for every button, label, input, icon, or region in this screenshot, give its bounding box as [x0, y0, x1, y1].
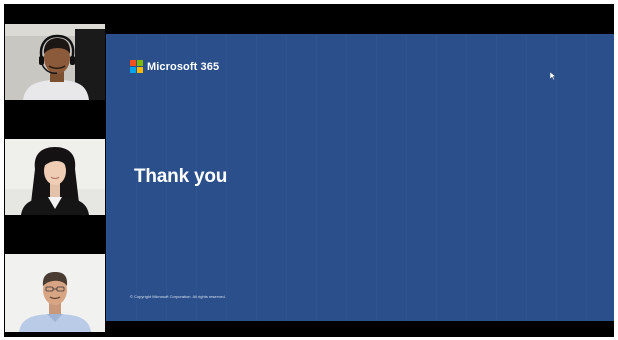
participant-video-1[interactable]	[5, 24, 105, 100]
brand-logo: Microsoft 365	[130, 60, 219, 73]
microsoft-logo-icon	[130, 60, 143, 73]
brand-name: Microsoft 365	[147, 60, 220, 73]
participant-3-video-feed	[5, 254, 105, 332]
participant-2-video-feed	[5, 139, 105, 215]
participant-video-3[interactable]	[5, 254, 105, 332]
copyright-text: © Copyright Microsoft Corporation. All r…	[130, 294, 226, 299]
participant-1-video-feed	[5, 24, 105, 100]
participant-video-2[interactable]	[5, 139, 105, 215]
meeting-window: Microsoft 365 Thank you © Copyright Micr…	[4, 4, 614, 337]
slide-title: Thank you	[134, 166, 228, 187]
screen: Microsoft 365 Thank you © Copyright Micr…	[0, 0, 618, 340]
shared-presentation[interactable]: Microsoft 365 Thank you © Copyright Micr…	[106, 34, 614, 321]
mouse-pointer-icon	[550, 72, 556, 80]
